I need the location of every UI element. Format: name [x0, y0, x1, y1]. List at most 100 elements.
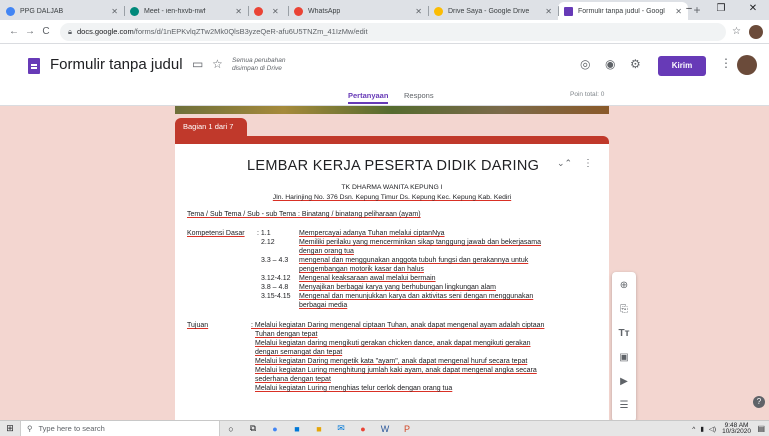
section-title[interactable]: LEMBAR KERJA PESERTA DIDIK DARING	[247, 158, 539, 174]
send-button[interactable]: Kirim	[658, 56, 706, 76]
browser-tab[interactable]: WhatsApp ✕	[288, 2, 428, 20]
form-tabs: Pertanyaan Respons Poin total: 0	[0, 90, 769, 106]
address-bar: ← → C 🔒︎ docs.google.com/forms/d/1nEPKvl…	[0, 20, 769, 44]
tujuan-line: Melalui kegiatan Luring menghitung jumla…	[255, 367, 537, 374]
tujuan-line: sederhana dengan tepat	[255, 376, 331, 383]
close-window-icon[interactable]: ✕	[737, 0, 769, 20]
browser-tab-strip: PPG DALJAB ✕ Meet - ien-hxvb-nwf ✕ ✕ Whats…	[0, 0, 769, 20]
saved-status: Semua perubahan disimpan di Drive	[232, 57, 286, 72]
browser-tab[interactable]: Meet - ien-hxvb-nwf ✕	[124, 2, 248, 20]
kd-code: 2.12	[261, 239, 275, 246]
close-tab-icon[interactable]: ✕	[111, 7, 118, 16]
kd-text: Mengenal keaksaraan awal melalui bermain	[299, 275, 436, 282]
chrome-icon[interactable]: ●	[264, 424, 286, 434]
minimize-icon[interactable]: –	[673, 0, 705, 20]
kd-text: berbagai media	[299, 302, 348, 309]
taskbar-clock[interactable]: 9:48 AM 10/3/2020	[722, 422, 751, 436]
kd-text: pengembangan motorik kasar dan halus	[299, 266, 424, 273]
add-image-icon[interactable]: ▣	[612, 352, 636, 363]
tujuan-label: Tujuan	[187, 322, 209, 329]
chrome-icon[interactable]: ●	[352, 424, 374, 434]
tujuan-line: Tuhan dengan tepat	[255, 331, 318, 338]
close-tab-icon[interactable]: ✕	[415, 7, 422, 16]
close-tab-icon[interactable]: ✕	[545, 7, 552, 16]
help-icon[interactable]: ?	[753, 396, 765, 408]
collapse-icon[interactable]: ⌄⌃	[557, 158, 572, 169]
file-explorer-icon[interactable]: ■	[308, 424, 330, 434]
school-address: Jln. Harinjing No. 376 Dsn. Kepung Timur…	[272, 194, 512, 201]
form-title[interactable]: Formulir tanpa judul	[50, 56, 183, 73]
notification-icon[interactable]: ▤	[757, 424, 765, 433]
store-icon[interactable]: ■	[286, 424, 308, 434]
kd-text: Memiliki perilaku yang mencerminkan sika…	[299, 239, 542, 246]
total-points: Poin total: 0	[570, 91, 605, 98]
section-label: Bagian 1 dari 7	[175, 118, 247, 136]
tema-line: Tema / Sub Tema / Sub - sub Tema : Binat…	[187, 211, 421, 218]
url-input[interactable]: 🔒︎ docs.google.com/forms/d/1nEPKvlqZTw2M…	[60, 22, 727, 41]
palette-icon[interactable]: ◎	[580, 57, 590, 71]
kd-code: 3.8 – 4.8	[261, 284, 289, 291]
reload-icon[interactable]: C	[38, 26, 54, 37]
header-banner-image	[175, 106, 609, 114]
volume-icon[interactable]: ◁)	[709, 425, 716, 433]
star-icon[interactable]: ☆	[212, 57, 223, 71]
avatar[interactable]	[737, 55, 757, 75]
kd-text: Menyajikan berbagai karya yang berhubung…	[299, 284, 496, 291]
forms-icon	[564, 6, 573, 16]
tab-favicon-icon	[294, 6, 303, 16]
chevron-up-icon[interactable]: ^	[692, 426, 695, 433]
bookmark-star-icon[interactable]: ☆	[732, 26, 741, 37]
arrow-left-icon[interactable]: ←	[6, 26, 22, 37]
school-name: TK DHARMA WANITA KEPUNG I	[341, 184, 443, 191]
tab-favicon-icon	[6, 6, 15, 16]
tujuan-line: Melalui kegiatan daring mengikuti geraka…	[255, 340, 531, 347]
powerpoint-icon[interactable]: P	[396, 424, 418, 434]
cortana-icon[interactable]: ○	[220, 424, 242, 434]
browser-tab-active[interactable]: Formulir tanpa judul - Googl ✕	[558, 2, 688, 20]
kd-code: : 1.1	[257, 230, 271, 237]
browser-tab[interactable]: ✕	[248, 2, 288, 20]
maximize-icon[interactable]: ❐	[705, 0, 737, 20]
tab-favicon-icon	[130, 6, 139, 16]
avatar[interactable]	[749, 24, 763, 39]
kd-text: Mengenal dan menunjukkan karya dan aktiv…	[299, 293, 534, 300]
preview-eye-icon[interactable]: ◉	[605, 57, 615, 71]
forms-logo-icon[interactable]	[28, 58, 40, 74]
taskbar-search-input[interactable]: ⚲ Type here to search	[20, 420, 220, 436]
mail-icon[interactable]: ✉	[330, 423, 352, 434]
import-questions-icon[interactable]: ⎘	[612, 304, 636, 315]
gear-icon[interactable]: ⚙	[630, 57, 641, 71]
arrow-right-icon[interactable]: →	[22, 26, 38, 37]
search-icon: ⚲	[27, 424, 33, 433]
tujuan-line: Melalui kegiatan Luring menghias telur c…	[255, 385, 453, 392]
add-video-icon[interactable]: ▶	[612, 376, 636, 387]
task-view-icon[interactable]: ⧉	[242, 423, 264, 434]
more-vert-icon[interactable]: ⋮	[583, 158, 593, 169]
close-tab-icon[interactable]: ✕	[235, 7, 242, 16]
tujuan-line: : Melalui kegiatan Daring mengenal cipta…	[251, 322, 545, 329]
browser-tab[interactable]: PPG DALJAB ✕	[0, 2, 124, 20]
forms-header: Formulir tanpa judul ▭ ☆ Semua perubahan…	[0, 44, 769, 106]
tujuan-line: dengan semangat dan tepat	[255, 349, 343, 356]
add-section-icon[interactable]: ☰	[612, 400, 636, 411]
section-card[interactable]: LEMBAR KERJA PESERTA DIDIK DARING ⌄⌃ ⋮ T…	[175, 136, 609, 426]
tab-pertanyaan[interactable]: Pertanyaan	[348, 91, 389, 104]
add-title-icon[interactable]: Tт	[612, 328, 636, 339]
folder-icon[interactable]: ▭	[192, 57, 203, 71]
floating-toolbar: ⊕ ⎘ Tт ▣ ▶ ☰	[612, 272, 636, 422]
kd-text: dengan orang tua	[299, 248, 354, 255]
kd-code: 3.15-4.15	[261, 293, 291, 300]
add-question-icon[interactable]: ⊕	[612, 280, 636, 291]
windows-start-icon[interactable]: ⊞	[0, 423, 20, 434]
lock-icon: 🔒︎	[68, 26, 72, 36]
network-icon[interactable]: ▮	[700, 425, 704, 433]
kd-code: 3.3 – 4.3	[261, 257, 289, 264]
word-icon[interactable]: W	[374, 424, 396, 434]
browser-tab[interactable]: Drive Saya - Google Drive ✕	[428, 2, 558, 20]
close-tab-icon[interactable]: ✕	[272, 7, 279, 16]
kd-text: Mempercayai adanya Tuhan melalui ciptanN…	[299, 230, 445, 237]
recording-dot-icon	[254, 6, 263, 16]
more-vert-icon[interactable]: ⋮	[720, 56, 732, 70]
tab-respons[interactable]: Respons	[404, 91, 434, 100]
system-tray: ^ ▮ ◁) 9:48 AM 10/3/2020	[692, 421, 751, 436]
